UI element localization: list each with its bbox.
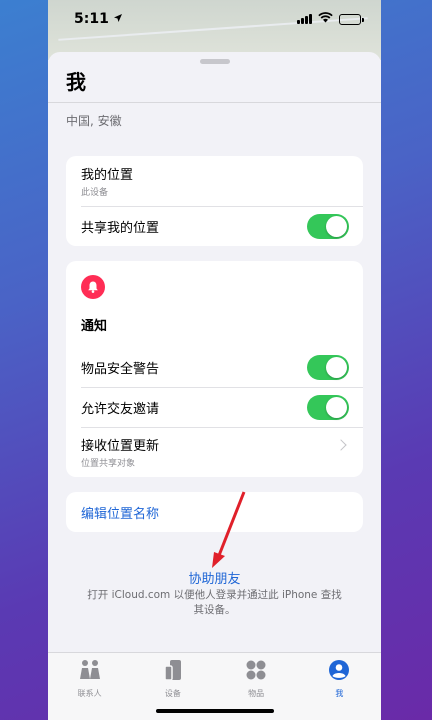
my-location-sub: 此设备 [81,188,109,198]
bell-icon [81,275,105,299]
share-location-toggle[interactable] [307,214,349,239]
wifi-icon [318,11,333,27]
receive-updates-row[interactable]: 接收位置更新 位置共享对象 [66,427,363,477]
home-indicator [156,709,274,713]
share-location-row: 共享我的位置 [66,206,363,246]
tab-people[interactable]: 联系人 [60,659,120,720]
me-sheet: 我 中国, 安徽 我的位置 此设备 共享我的位置 通知 物品安全警告 允许交友邀… [48,52,381,720]
annotation-arrow [212,491,246,568]
friend-invite-row: 允许交友邀请 [66,387,363,427]
tab-label: 联系人 [77,689,102,698]
friend-invite-label: 允许交友邀请 [81,401,160,417]
item-safety-label: 物品安全警告 [81,361,160,377]
current-location-text: 中国, 安徽 [66,114,122,128]
notifications-title: 通知 [81,319,108,334]
my-location-card: 我的位置 此设备 共享我的位置 [66,156,363,246]
edit-location-name-link[interactable]: 编辑位置名称 [81,503,159,522]
items-icon [244,659,268,685]
receive-updates-sub: 位置共享对象 [81,459,136,469]
tab-me[interactable]: 我 [309,659,369,720]
page-title: 我 [66,70,86,94]
tab-label: 设备 [164,689,181,698]
tab-label: 我 [335,689,344,698]
my-location-label: 我的位置 [81,168,134,183]
notifications-header: 通知 [66,261,363,347]
help-friend-description: 打开 iCloud.com 以便他人登录并通过此 iPhone 查找其设备。 [87,589,342,616]
battery-icon [339,13,364,25]
notifications-card: 通知 物品安全警告 允许交友邀请 接收位置更新 位置共享对象 [66,261,363,477]
me-icon [327,659,351,685]
share-location-label: 共享我的位置 [81,220,160,236]
item-safety-row: 物品安全警告 [66,347,363,387]
friend-invite-toggle[interactable] [307,395,349,420]
location-arrow-icon [113,11,123,27]
divider [48,102,381,103]
status-time: 5:11 [74,11,109,27]
item-safety-toggle[interactable] [307,355,349,380]
tab-label: 物品 [248,689,265,698]
sheet-grabber[interactable] [200,59,230,64]
phone-screen: 5:11 我 中国, 安徽 我的位置 此设备 共享我的位置 通知 物品安全警告 … [48,0,381,720]
chevron-right-icon [335,439,347,451]
receive-updates-label: 接收位置更新 [81,439,160,454]
status-bar: 5:11 [48,0,381,38]
devices-icon [161,659,185,685]
help-friend-link[interactable]: 协助朋友 [48,568,381,587]
signal-icon [297,14,312,24]
people-icon [78,659,102,685]
my-location-row[interactable]: 我的位置 此设备 [66,156,363,206]
